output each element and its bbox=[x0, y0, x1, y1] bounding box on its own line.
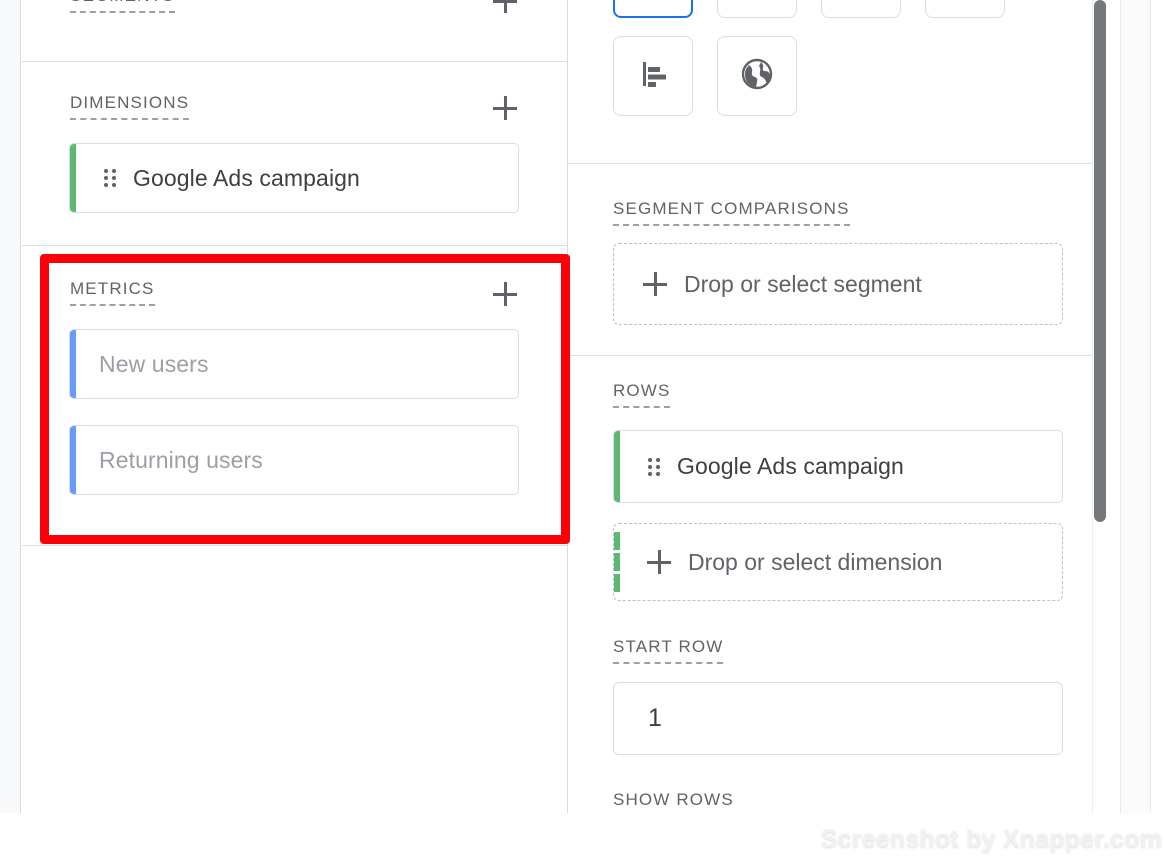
fields-panel: SEGMENTS DIMENSIONS Google Ads campaign … bbox=[22, 0, 568, 858]
dimension-chip-label: Google Ads campaign bbox=[133, 164, 360, 191]
segment-drop-label: Drop or select segment bbox=[684, 270, 922, 297]
segments-title: SEGMENTS bbox=[70, 0, 175, 13]
dimensions-title: DIMENSIONS bbox=[70, 93, 190, 120]
add-dimension-button[interactable] bbox=[490, 93, 520, 123]
setup-panel-scrollbar-thumb[interactable] bbox=[1094, 0, 1106, 522]
add-metric-button[interactable] bbox=[490, 279, 520, 309]
bar-chart-icon bbox=[636, 57, 670, 96]
metrics-divider bbox=[22, 545, 567, 546]
right-gutter-rail-1 bbox=[1120, 0, 1121, 813]
metrics-section-header: METRICS bbox=[70, 279, 520, 309]
dimensions-section-header: DIMENSIONS bbox=[70, 93, 520, 123]
chart-type-button-4[interactable] bbox=[925, 0, 1005, 18]
segment-comparisons-divider bbox=[568, 355, 1108, 356]
watermark-label: Screenshot by Xnapper.com bbox=[820, 825, 1162, 853]
setup-panel: SEGMENT COMPARISONS Drop or select segme… bbox=[568, 0, 1108, 858]
metrics-title: METRICS bbox=[70, 279, 155, 306]
rows-title: ROWS bbox=[613, 381, 671, 408]
segments-section-header: SEGMENTS bbox=[70, 0, 520, 16]
dimension-chip-google-ads-campaign[interactable]: Google Ads campaign bbox=[69, 143, 519, 213]
segment-drop-zone[interactable]: Drop or select segment bbox=[613, 243, 1063, 325]
metric-chip-new-users[interactable]: New users bbox=[69, 329, 519, 399]
dimension-accent-bar bbox=[70, 144, 76, 212]
rows-chip-label: Google Ads campaign bbox=[677, 453, 904, 479]
chart-type-button-row bbox=[613, 0, 1005, 18]
rows-dimension-drop-zone[interactable]: Drop or select dimension bbox=[613, 523, 1063, 601]
screenshot-root: SEGMENTS DIMENSIONS Google Ads campaign … bbox=[0, 0, 1164, 858]
right-gutter-fill bbox=[1121, 0, 1150, 813]
rows-drop-accent-bar bbox=[614, 532, 620, 592]
right-gutter-rail-2 bbox=[1150, 0, 1151, 813]
start-row-section-header: START ROW bbox=[613, 637, 1063, 664]
start-row-input[interactable]: 1 bbox=[613, 682, 1063, 755]
metric-chip-label: Returning users bbox=[99, 446, 263, 473]
add-segment-button[interactable] bbox=[490, 0, 520, 16]
chart-type-divider bbox=[568, 163, 1108, 164]
add-dimension-plus-icon bbox=[646, 549, 672, 575]
segment-comparisons-title: SEGMENT COMPARISONS bbox=[613, 199, 850, 226]
left-gutter bbox=[0, 0, 21, 858]
add-segment-plus-icon bbox=[642, 271, 668, 297]
chart-type-button-bar-chart[interactable] bbox=[613, 36, 693, 116]
chart-type-icon-row bbox=[613, 36, 797, 116]
metric-accent-bar bbox=[70, 330, 76, 398]
chart-type-button-1[interactable] bbox=[613, 0, 693, 18]
drag-handle-icon[interactable] bbox=[648, 457, 660, 476]
dimensions-divider bbox=[22, 245, 567, 246]
rows-section-header: ROWS bbox=[613, 381, 1063, 408]
rows-drop-label: Drop or select dimension bbox=[688, 548, 943, 575]
start-row-title: START ROW bbox=[613, 637, 724, 664]
right-gutter bbox=[1108, 0, 1164, 858]
footer-band: Screenshot by Xnapper.com bbox=[0, 813, 1164, 858]
chart-type-button-3[interactable] bbox=[821, 0, 901, 18]
metric-chip-label: New users bbox=[99, 350, 209, 377]
start-row-value: 1 bbox=[648, 704, 662, 732]
segments-divider bbox=[22, 61, 567, 62]
metric-chip-returning-users[interactable]: Returning users bbox=[69, 425, 519, 495]
drag-handle-icon[interactable] bbox=[104, 169, 116, 187]
globe-icon bbox=[739, 56, 775, 97]
chart-type-button-geo-map[interactable] bbox=[717, 36, 797, 116]
segment-comparisons-section-header: SEGMENT COMPARISONS bbox=[613, 199, 1063, 226]
rows-accent-bar bbox=[614, 431, 620, 502]
metric-accent-bar bbox=[70, 426, 76, 494]
chart-type-button-2[interactable] bbox=[717, 0, 797, 18]
rows-chip-google-ads-campaign[interactable]: Google Ads campaign bbox=[613, 430, 1063, 503]
